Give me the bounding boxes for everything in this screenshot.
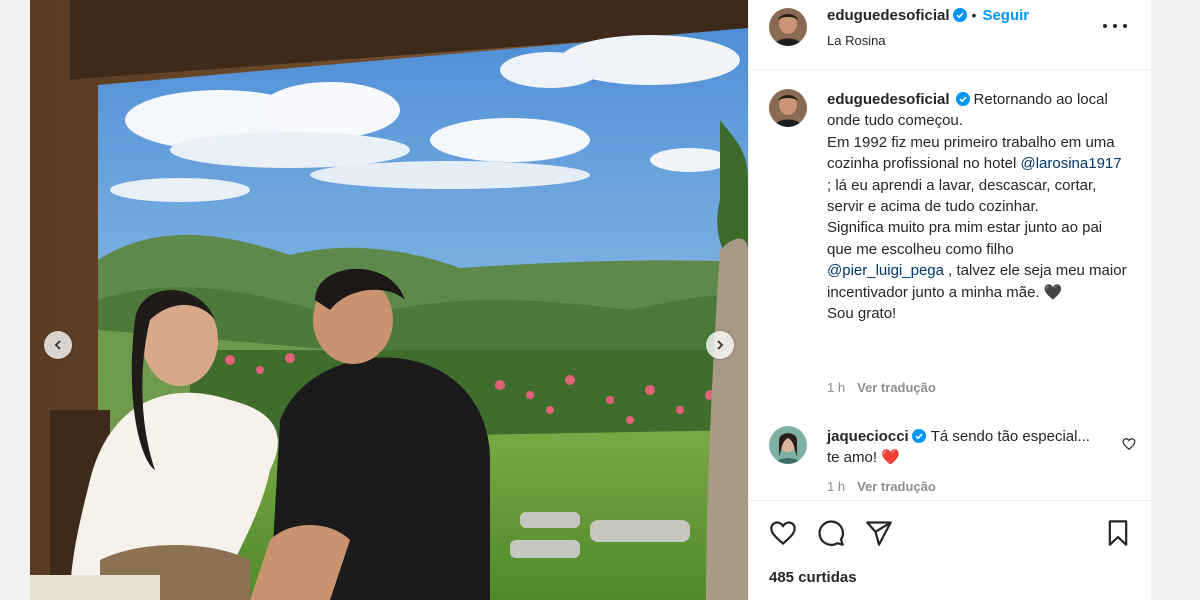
- comment-meta: 1 h Ver tradução: [827, 479, 936, 494]
- caption-meta: 1 h Ver tradução: [827, 380, 936, 395]
- comment-icon: [818, 520, 844, 546]
- see-translation-button[interactable]: Ver tradução: [857, 479, 936, 494]
- comment-text: jaqueciocci Tá sendo tão especial... te a…: [827, 426, 1097, 469]
- more-horizontal-icon: [1103, 24, 1107, 28]
- more-options-button[interactable]: [1103, 16, 1127, 36]
- verified-badge-icon: [955, 92, 970, 106]
- comments-section: eduguedesoficial Retornando ao local onde…: [749, 71, 1152, 499]
- mention-link[interactable]: @pier_luigi_pega: [827, 262, 944, 279]
- header-line: eduguedesoficial • Seguir: [827, 7, 1029, 24]
- heart-icon: [1122, 438, 1136, 451]
- follow-button[interactable]: Seguir: [982, 7, 1029, 24]
- username-link[interactable]: eduguedesoficial: [827, 7, 950, 24]
- caption-line-2b: ; lá eu aprendi a lavar, descascar, cort…: [827, 176, 1097, 216]
- post-header: eduguedesoficial • Seguir La Rosina: [749, 0, 1151, 70]
- see-translation-button[interactable]: Ver tradução: [857, 380, 936, 395]
- comment-button[interactable]: [817, 519, 845, 547]
- avatar[interactable]: [769, 89, 807, 127]
- verified-badge-icon: [952, 8, 967, 22]
- caption-line-4: Sou grato!: [827, 305, 897, 323]
- share-icon: [866, 521, 892, 546]
- like-button[interactable]: [769, 519, 797, 547]
- caption-username-link[interactable]: eduguedesoficial: [827, 91, 950, 108]
- share-button[interactable]: [865, 519, 893, 547]
- caption-line-3a: Significa muito pra mim estar junto ao p…: [827, 219, 1103, 258]
- chevron-left-icon: [54, 340, 61, 350]
- separator-dot: •: [971, 7, 977, 23]
- heart-icon: [770, 521, 796, 545]
- post-media[interactable]: [30, 0, 748, 600]
- caption-text: eduguedesoficial Retornando ao local onde…: [827, 89, 1127, 324]
- instagram-post: eduguedesoficial • Seguir La Rosina edugue…: [30, 0, 1152, 600]
- verified-badge-icon: [911, 429, 926, 443]
- save-icon: [1108, 520, 1128, 546]
- caption-time[interactable]: 1 h: [827, 380, 845, 395]
- like-comment-button[interactable]: [1122, 437, 1136, 451]
- comment-time[interactable]: 1 h: [827, 479, 845, 494]
- previous-photo-button[interactable]: [44, 331, 72, 359]
- post-photo: [30, 0, 748, 600]
- likes-count[interactable]: 485 curtidas: [769, 569, 857, 586]
- next-photo-button[interactable]: [706, 331, 734, 359]
- comment-username-link[interactable]: jaqueciocci: [827, 428, 909, 445]
- post-sidebar: eduguedesoficial • Seguir La Rosina edugue…: [748, 0, 1152, 600]
- save-button[interactable]: [1104, 519, 1132, 547]
- actions-bar: 485 curtidas: [749, 500, 1152, 600]
- mention-link[interactable]: @larosina1917: [1020, 155, 1121, 172]
- location-link[interactable]: La Rosina: [827, 33, 886, 48]
- avatar[interactable]: [769, 426, 807, 464]
- avatar[interactable]: [769, 8, 807, 46]
- chevron-right-icon: [717, 340, 724, 350]
